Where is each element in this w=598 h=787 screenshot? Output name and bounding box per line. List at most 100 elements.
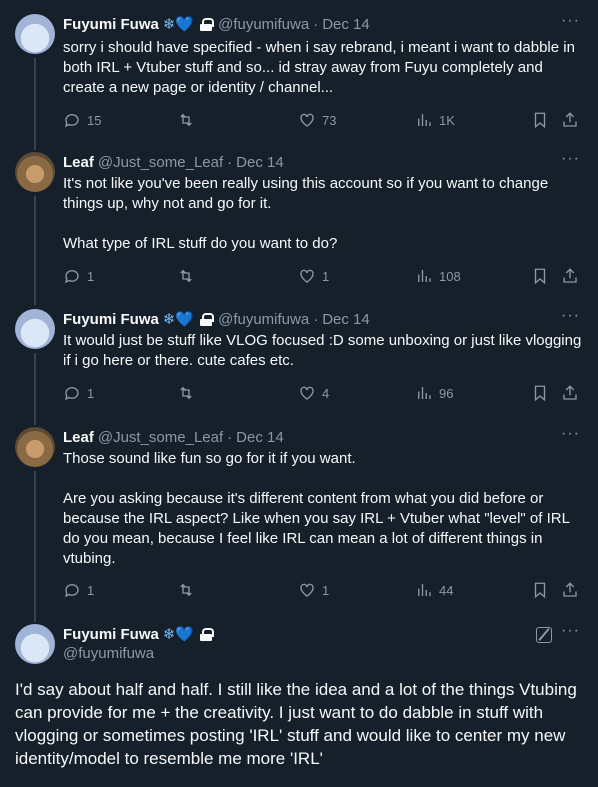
- reply-button[interactable]: 1: [63, 266, 94, 286]
- bookmark-button[interactable]: [531, 580, 549, 600]
- avatar[interactable]: [15, 152, 55, 192]
- tweet-text: sorry i should have specified - when i s…: [63, 39, 580, 96]
- retweet-button[interactable]: [177, 383, 201, 403]
- reply-icon: [64, 387, 79, 401]
- views-icon: [418, 114, 431, 126]
- display-name[interactable]: Leaf: [63, 154, 94, 171]
- tweet-actions: 1 4 96: [63, 383, 588, 403]
- timestamp[interactable]: Dec 14: [236, 429, 284, 446]
- tweet-actions: 15 73 1K: [63, 110, 588, 130]
- tweet-actions: 1 1 108: [63, 266, 588, 286]
- views-count: 1K: [439, 112, 455, 128]
- name-emoji: ❄💙: [162, 311, 195, 328]
- bookmark-icon: [534, 385, 546, 402]
- reply-tweet[interactable]: Leaf @Just_some_Leaf · Dec 14 ··· Those …: [0, 425, 598, 620]
- avatar[interactable]: [15, 427, 55, 467]
- share-icon: [563, 268, 577, 283]
- timestamp[interactable]: Dec 14: [322, 311, 370, 328]
- reply-count: 1: [87, 385, 95, 401]
- views-button[interactable]: 96: [415, 383, 453, 403]
- tweet-text: Those sound like fun so go for it if you…: [63, 450, 570, 567]
- edit-icon[interactable]: [536, 627, 552, 643]
- share-icon: [563, 582, 577, 597]
- like-count: 4: [322, 385, 330, 401]
- reply-count: 1: [87, 268, 95, 284]
- tweet-header: Leaf @Just_some_Leaf · Dec 14: [63, 152, 284, 172]
- retweet-icon: [180, 113, 192, 127]
- handle[interactable]: @Just_some_Leaf: [98, 154, 223, 171]
- share-button[interactable]: [561, 580, 579, 600]
- retweet-icon: [180, 583, 192, 597]
- share-button[interactable]: [561, 266, 579, 286]
- tweet-header: Leaf @Just_some_Leaf · Dec 14: [63, 427, 284, 447]
- avatar[interactable]: [15, 14, 55, 54]
- views-button[interactable]: 44: [415, 580, 453, 600]
- name-emoji: ❄💙: [162, 626, 195, 643]
- bookmark-button[interactable]: [531, 266, 549, 286]
- tweet-text: It would just be stuff like VLOG focused…: [63, 332, 586, 369]
- reply-tweet[interactable]: Fuyumi Fuwa ❄💙 @fuyumifuwa · Dec 14 ··· …: [0, 0, 598, 150]
- display-name[interactable]: Fuyumi Fuwa: [63, 311, 159, 328]
- main-tweet: Fuyumi Fuwa ❄💙 @fuyumifuwa ··· I'd say a…: [0, 620, 598, 787]
- timestamp[interactable]: Dec 14: [322, 16, 370, 33]
- heart-icon: [300, 583, 314, 597]
- display-name[interactable]: Leaf: [63, 429, 94, 446]
- like-button[interactable]: 4: [298, 383, 329, 403]
- reply-button[interactable]: 1: [63, 383, 94, 403]
- handle[interactable]: @fuyumifuwa: [63, 645, 154, 662]
- thread-line: [34, 620, 36, 622]
- reply-button[interactable]: 1: [63, 580, 94, 600]
- reply-icon: [64, 114, 79, 128]
- dot-separator: ·: [227, 428, 233, 446]
- avatar[interactable]: [15, 309, 55, 349]
- timestamp[interactable]: Dec 14: [236, 154, 284, 171]
- lock-icon: [200, 627, 215, 641]
- bookmark-icon: [534, 582, 546, 599]
- bookmark-button[interactable]: [531, 383, 549, 403]
- like-count: 73: [322, 112, 337, 128]
- heart-icon: [300, 269, 314, 283]
- more-icon[interactable]: ···: [561, 425, 580, 443]
- like-button[interactable]: 73: [298, 110, 336, 130]
- reply-icon: [64, 584, 79, 598]
- more-icon[interactable]: ···: [561, 622, 580, 640]
- reply-count: 1: [87, 582, 95, 598]
- share-button[interactable]: [561, 383, 579, 403]
- heart-icon: [300, 113, 314, 127]
- tweet-actions: 1 1 44: [63, 580, 588, 600]
- thread-line: [34, 196, 36, 305]
- handle[interactable]: @Just_some_Leaf: [98, 429, 223, 446]
- reply-tweet[interactable]: Leaf @Just_some_Leaf · Dec 14 ··· It's n…: [0, 150, 598, 305]
- thread-line: [34, 353, 36, 425]
- handle[interactable]: @fuyumifuwa: [218, 311, 309, 328]
- display-name[interactable]: Fuyumi Fuwa: [63, 16, 159, 33]
- like-button[interactable]: 1: [298, 580, 329, 600]
- tweet-header: Fuyumi Fuwa ❄💙 @fuyumifuwa · Dec 14: [63, 309, 370, 329]
- bookmark-button[interactable]: [531, 110, 549, 130]
- display-name[interactable]: Fuyumi Fuwa: [63, 626, 159, 643]
- views-button[interactable]: 108: [415, 266, 461, 286]
- reply-button[interactable]: 15: [63, 110, 101, 130]
- reply-tweet[interactable]: Fuyumi Fuwa ❄💙 @fuyumifuwa · Dec 14 ··· …: [0, 305, 598, 425]
- reply-icon: [64, 270, 79, 284]
- retweet-icon: [180, 269, 192, 283]
- thread-line: [34, 58, 36, 150]
- retweet-button[interactable]: [177, 110, 201, 130]
- retweet-button[interactable]: [177, 580, 201, 600]
- lock-icon: [200, 17, 215, 31]
- more-icon[interactable]: ···: [561, 12, 580, 30]
- avatar[interactable]: [15, 624, 55, 664]
- share-button[interactable]: [561, 110, 579, 130]
- handle[interactable]: @fuyumifuwa: [218, 16, 309, 33]
- like-count: 1: [322, 268, 330, 284]
- tweet-header: Fuyumi Fuwa ❄💙 @fuyumifuwa · Dec 14: [63, 14, 370, 34]
- retweet-button[interactable]: [177, 266, 201, 286]
- tweet-header: Fuyumi Fuwa ❄💙: [63, 624, 215, 644]
- views-button[interactable]: 1K: [415, 110, 455, 130]
- like-button[interactable]: 1: [298, 266, 329, 286]
- views-icon: [418, 584, 431, 596]
- more-icon[interactable]: ···: [561, 307, 580, 325]
- more-icon[interactable]: ···: [561, 150, 580, 168]
- reply-count: 15: [87, 112, 102, 128]
- views-count: 44: [439, 582, 454, 598]
